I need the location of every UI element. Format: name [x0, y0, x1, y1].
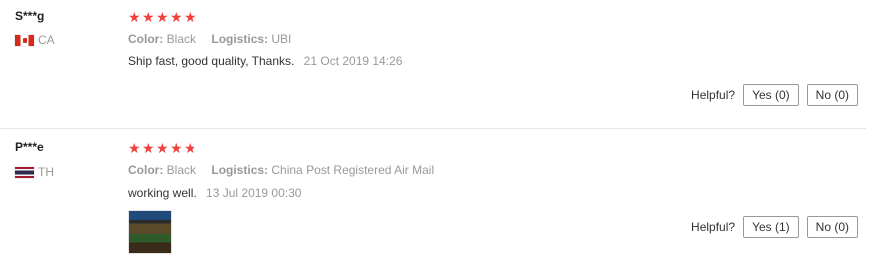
review-text: Ship fast, good quality, Thanks.	[128, 54, 295, 68]
user-country: CA	[15, 33, 55, 47]
country-code: CA	[38, 33, 55, 47]
review-item: P***e TH ★ ★ ★ ★ ★ Color: Black Logistic…	[0, 129, 866, 269]
logistics-value: UBI	[271, 32, 292, 46]
star-icon: ★	[156, 140, 169, 156]
review-text: working well.	[128, 186, 197, 200]
user-country: TH	[15, 165, 54, 179]
order-attributes: Color: Black Logistics: UBI	[128, 32, 303, 46]
star-rating: ★ ★ ★ ★ ★	[128, 140, 194, 156]
star-icon: ★	[184, 9, 197, 25]
review-date: 21 Oct 2019 14:26	[303, 54, 403, 68]
star-icon: ★	[170, 9, 183, 25]
star-icon: ★	[142, 9, 155, 25]
star-icon: ★	[128, 9, 141, 25]
color-value: Black	[166, 32, 197, 46]
thailand-flag-icon	[15, 166, 34, 178]
review-item: S***g CA ★ ★ ★ ★ ★ Color: Black Logistic…	[0, 0, 866, 129]
star-half-icon: ★	[184, 142, 194, 155]
helpful-voting: Helpful? Yes (0) No (0)	[691, 84, 858, 106]
color-value: Black	[166, 163, 197, 177]
color-label: Color:	[128, 163, 164, 177]
star-icon: ★	[156, 9, 169, 25]
user-name: P***e	[15, 140, 44, 154]
helpful-label: Helpful?	[691, 220, 736, 234]
canada-flag-icon	[15, 34, 34, 46]
star-icon: ★	[128, 140, 141, 156]
feedback-list: S***g CA ★ ★ ★ ★ ★ Color: Black Logistic…	[0, 0, 884, 269]
star-icon: ★	[142, 140, 155, 156]
helpful-no-button[interactable]: No (0)	[806, 216, 858, 238]
logistics-label: Logistics:	[211, 163, 269, 177]
review-content: Ship fast, good quality, Thanks. 21 Oct …	[128, 54, 402, 68]
color-label: Color:	[128, 32, 164, 46]
helpful-label: Helpful?	[691, 88, 736, 102]
logistics-value: China Post Registered Air Mail	[271, 163, 435, 177]
helpful-yes-button[interactable]: Yes (1)	[743, 216, 799, 238]
order-attributes: Color: Black Logistics: China Post Regis…	[128, 163, 446, 177]
review-photo-thumbnail[interactable]	[128, 210, 172, 254]
helpful-yes-button[interactable]: Yes (0)	[743, 84, 799, 106]
star-icon: ★	[170, 140, 183, 156]
star-rating: ★ ★ ★ ★ ★	[128, 9, 197, 25]
helpful-no-button[interactable]: No (0)	[806, 84, 858, 106]
review-date: 13 Jul 2019 00:30	[206, 186, 302, 200]
user-name: S***g	[15, 9, 45, 23]
logistics-label: Logistics:	[211, 32, 269, 46]
country-code: TH	[38, 165, 54, 179]
helpful-voting: Helpful? Yes (1) No (0)	[691, 216, 858, 238]
review-content: working well. 13 Jul 2019 00:30	[128, 186, 301, 200]
